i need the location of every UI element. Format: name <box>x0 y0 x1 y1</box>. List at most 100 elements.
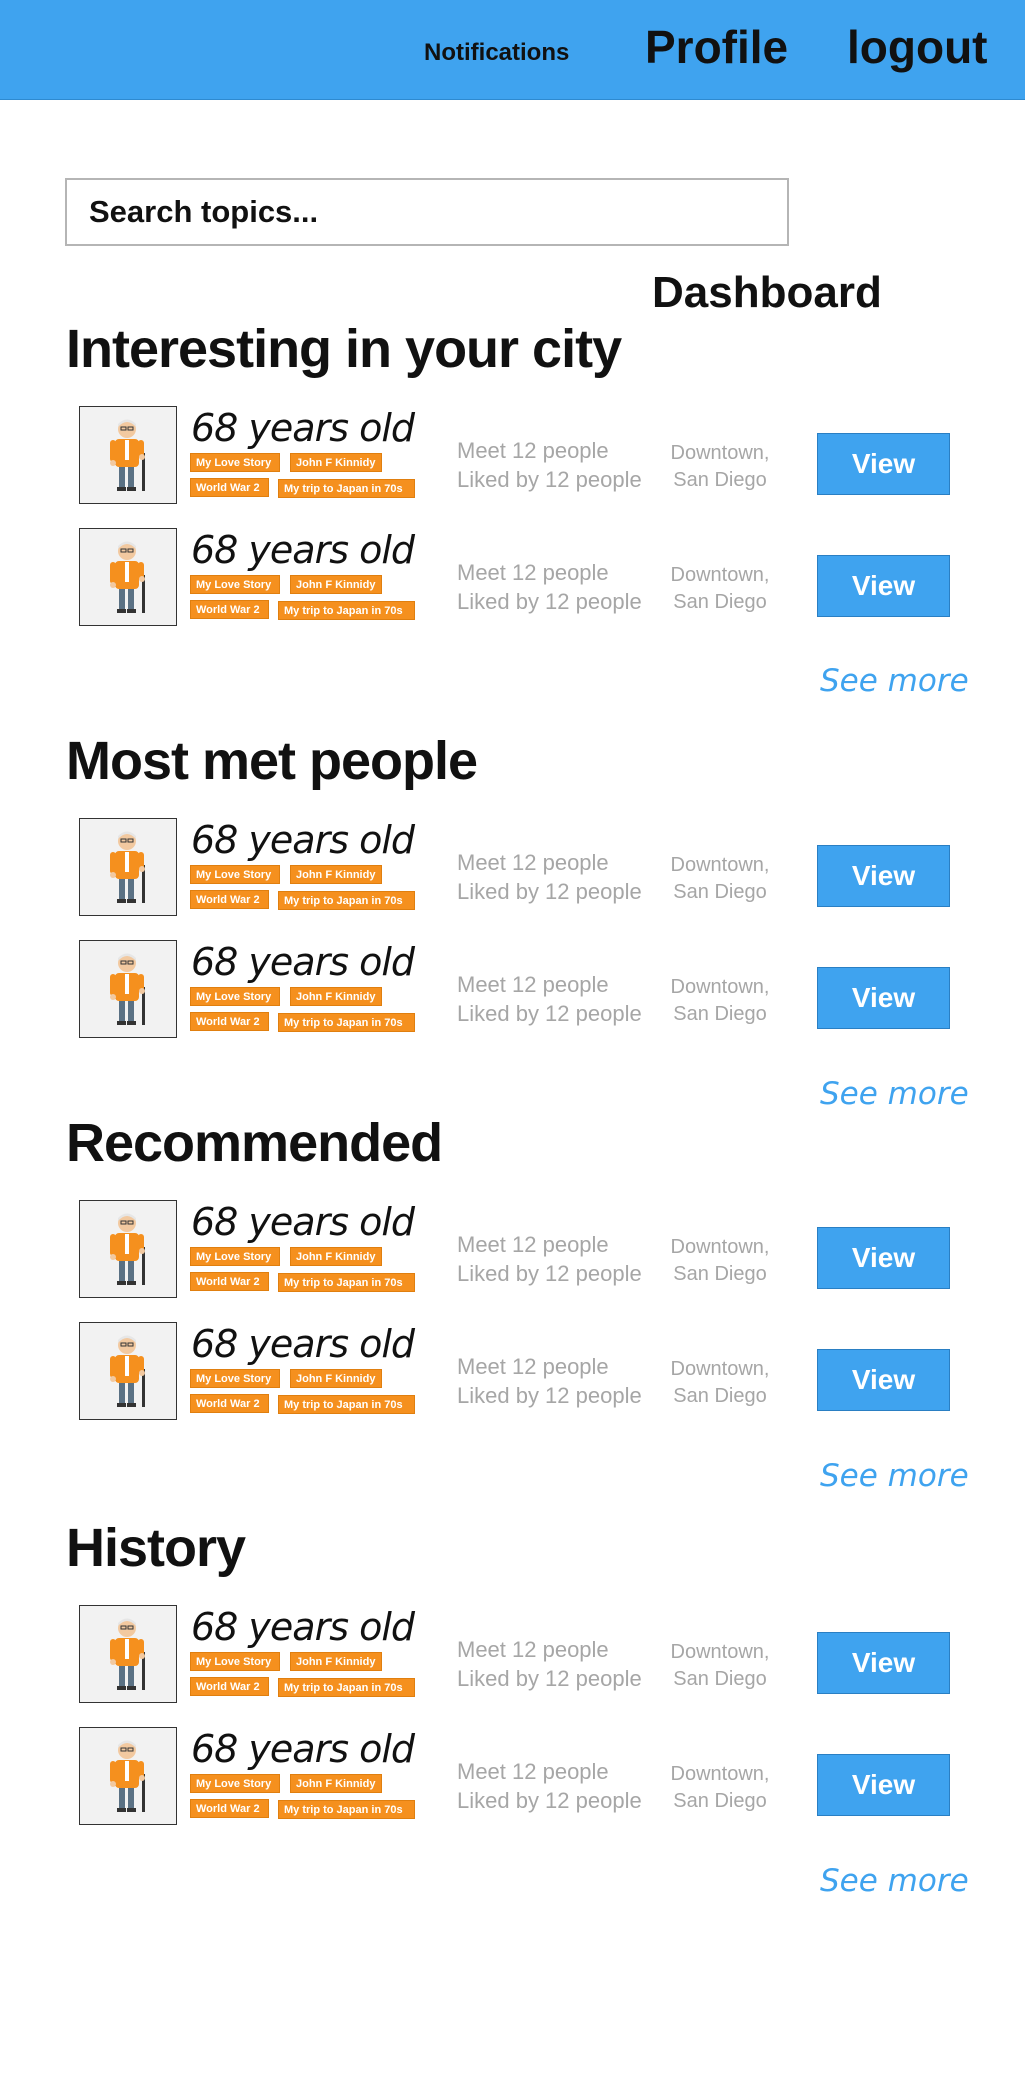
stats: Meet 12 people Liked by 12 people <box>457 1757 642 1815</box>
topic-tag[interactable]: John F Kinnidy <box>290 865 382 884</box>
meet-count: Meet 12 people <box>457 1232 609 1257</box>
elderly-man-icon <box>110 1740 145 1812</box>
topic-tag[interactable]: My trip to Japan in 70s <box>278 1013 415 1032</box>
list-item: 68 years old My Love Story John F Kinnid… <box>0 818 1025 918</box>
topic-tag[interactable]: My Love Story <box>190 987 280 1006</box>
list-item: 68 years old My Love Story John F Kinnid… <box>0 1322 1025 1422</box>
view-button[interactable]: View <box>817 1227 950 1289</box>
view-button[interactable]: View <box>817 1632 950 1694</box>
location: Downtown, San Diego <box>650 852 790 906</box>
meet-count: Meet 12 people <box>457 1354 609 1379</box>
topic-tag[interactable]: My Love Story <box>190 453 280 472</box>
avatar[interactable] <box>79 1605 177 1703</box>
topic-tag[interactable]: World War 2 <box>190 1012 269 1031</box>
liked-count: Liked by 12 people <box>457 1383 642 1408</box>
list-item: 68 years old My Love Story John F Kinnid… <box>0 1200 1025 1300</box>
stats: Meet 12 people Liked by 12 people <box>457 848 642 906</box>
liked-count: Liked by 12 people <box>457 1788 642 1813</box>
topic-tag[interactable]: World War 2 <box>190 1272 269 1291</box>
list-item: 68 years old My Love Story John F Kinnid… <box>0 406 1025 506</box>
elderly-man-icon <box>110 1618 145 1690</box>
view-button[interactable]: View <box>817 1349 950 1411</box>
see-more-link[interactable]: See more <box>820 1458 969 1494</box>
topic-tag[interactable]: My Love Story <box>190 1774 280 1793</box>
location-line-1: Downtown, <box>670 1236 770 1258</box>
search-input[interactable] <box>67 180 787 244</box>
topic-tag[interactable]: My trip to Japan in 70s <box>278 1395 415 1414</box>
location: Downtown, San Diego <box>650 562 790 616</box>
topic-tag[interactable]: My trip to Japan in 70s <box>278 479 415 498</box>
location-line-2: San Diego <box>673 469 767 491</box>
avatar[interactable] <box>79 406 177 504</box>
topic-tag[interactable]: My trip to Japan in 70s <box>278 1800 415 1819</box>
location: Downtown, San Diego <box>650 440 790 494</box>
topic-tag[interactable]: World War 2 <box>190 1677 269 1696</box>
topic-tag[interactable]: My Love Story <box>190 575 280 594</box>
see-more-link[interactable]: See more <box>820 1863 969 1899</box>
meet-count: Meet 12 people <box>457 560 609 585</box>
topic-tag[interactable]: John F Kinnidy <box>290 1247 382 1266</box>
view-button[interactable]: View <box>817 1754 950 1816</box>
logout-link[interactable]: logout <box>847 20 988 74</box>
list-item: 68 years old My Love Story John F Kinnid… <box>0 1605 1025 1705</box>
topic-tag[interactable]: World War 2 <box>190 478 269 497</box>
view-button[interactable]: View <box>817 845 950 907</box>
notifications-link[interactable]: Notifications <box>424 39 569 67</box>
location-line-2: San Diego <box>673 1003 767 1025</box>
stats: Meet 12 people Liked by 12 people <box>457 1230 642 1288</box>
elderly-man-icon <box>110 419 145 491</box>
topic-tag[interactable]: John F Kinnidy <box>290 987 382 1006</box>
avatar[interactable] <box>79 1727 177 1825</box>
view-button[interactable]: View <box>817 555 950 617</box>
topic-tag[interactable]: My trip to Japan in 70s <box>278 601 415 620</box>
see-more-link[interactable]: See more <box>820 663 969 699</box>
stats: Meet 12 people Liked by 12 people <box>457 558 642 616</box>
age-text: 68 years old <box>191 1322 415 1366</box>
liked-count: Liked by 12 people <box>457 467 642 492</box>
avatar[interactable] <box>79 528 177 626</box>
location: Downtown, San Diego <box>650 1761 790 1815</box>
topic-tag[interactable]: My trip to Japan in 70s <box>278 1273 415 1292</box>
location-line-1: Downtown, <box>670 854 770 876</box>
topic-tag[interactable]: World War 2 <box>190 1394 269 1413</box>
topic-tag[interactable]: My trip to Japan in 70s <box>278 891 415 910</box>
avatar[interactable] <box>79 1200 177 1298</box>
topic-tag[interactable]: John F Kinnidy <box>290 1369 382 1388</box>
profile-link[interactable]: Profile <box>645 20 788 74</box>
section-title: Most met people <box>66 731 478 791</box>
avatar[interactable] <box>79 940 177 1038</box>
liked-count: Liked by 12 people <box>457 1001 642 1026</box>
location-line-1: Downtown, <box>670 442 770 464</box>
view-button[interactable]: View <box>817 433 950 495</box>
topic-tag[interactable]: World War 2 <box>190 600 269 619</box>
list-item: 68 years old My Love Story John F Kinnid… <box>0 1727 1025 1827</box>
meet-count: Meet 12 people <box>457 1637 609 1662</box>
liked-count: Liked by 12 people <box>457 879 642 904</box>
page-title: Dashboard <box>652 268 882 317</box>
avatar[interactable] <box>79 1322 177 1420</box>
location-line-1: Downtown, <box>670 1763 770 1785</box>
location-line-2: San Diego <box>673 1668 767 1690</box>
topic-tag[interactable]: World War 2 <box>190 1799 269 1818</box>
see-more-link[interactable]: See more <box>820 1076 969 1112</box>
topic-tag[interactable]: My Love Story <box>190 1652 280 1671</box>
topic-tag[interactable]: My Love Story <box>190 865 280 884</box>
topic-tag[interactable]: John F Kinnidy <box>290 575 382 594</box>
avatar[interactable] <box>79 818 177 916</box>
topic-tag[interactable]: John F Kinnidy <box>290 453 382 472</box>
liked-count: Liked by 12 people <box>457 1666 642 1691</box>
age-text: 68 years old <box>191 1605 415 1649</box>
topic-tag[interactable]: John F Kinnidy <box>290 1774 382 1793</box>
age-text: 68 years old <box>191 1727 415 1771</box>
topic-tag[interactable]: My trip to Japan in 70s <box>278 1678 415 1697</box>
location: Downtown, San Diego <box>650 1356 790 1410</box>
topic-tag[interactable]: John F Kinnidy <box>290 1652 382 1671</box>
location-line-1: Downtown, <box>670 1641 770 1663</box>
topic-tag[interactable]: World War 2 <box>190 890 269 909</box>
age-text: 68 years old <box>191 528 415 572</box>
view-button[interactable]: View <box>817 967 950 1029</box>
topic-tag[interactable]: My Love Story <box>190 1247 280 1266</box>
list-item: 68 years old My Love Story John F Kinnid… <box>0 528 1025 628</box>
location-line-1: Downtown, <box>670 976 770 998</box>
topic-tag[interactable]: My Love Story <box>190 1369 280 1388</box>
